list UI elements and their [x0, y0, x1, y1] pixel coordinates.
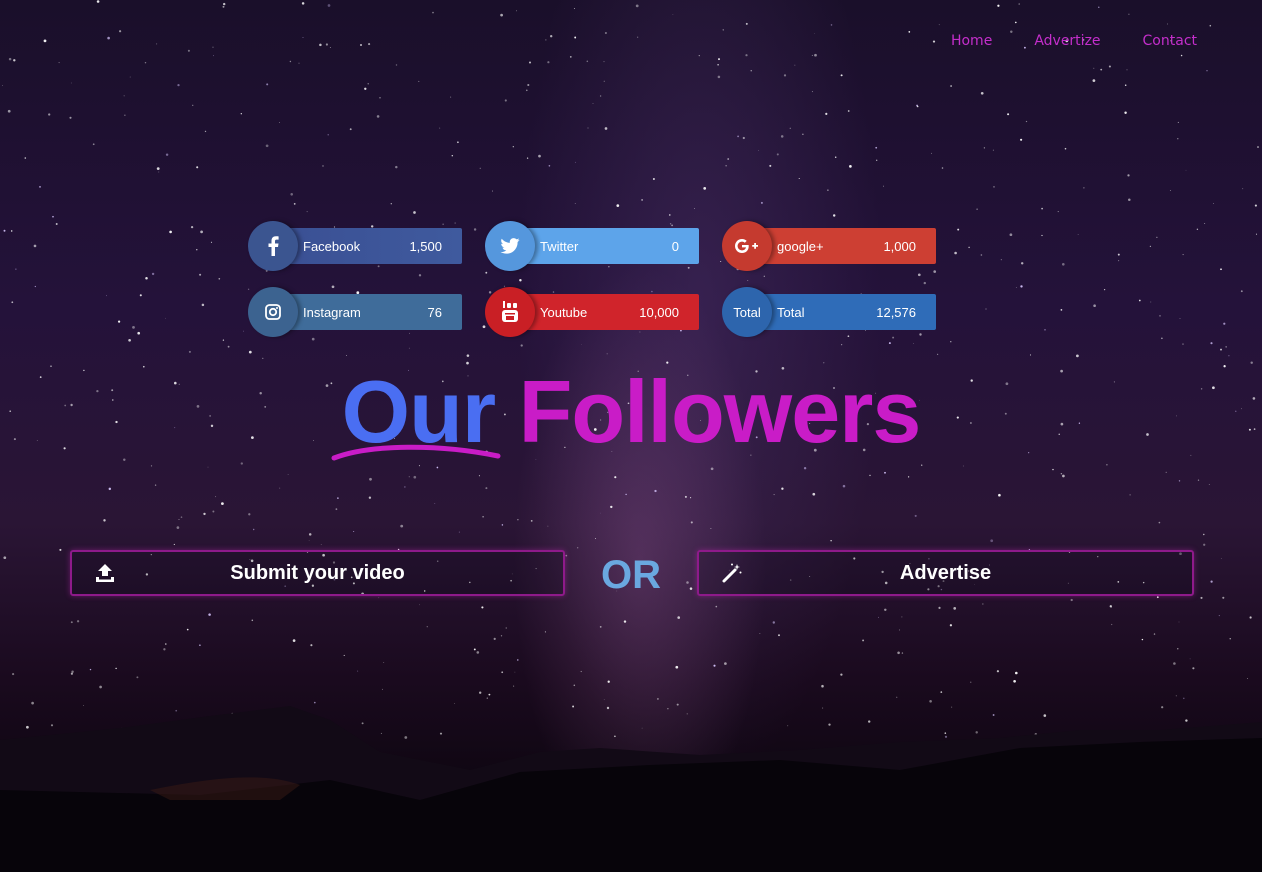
google-plus-icon	[722, 221, 772, 271]
facebook-icon	[248, 221, 298, 271]
twitter-icon	[485, 221, 535, 271]
heading-word-followers: Followers	[518, 362, 922, 461]
heading-underline-swoosh	[331, 444, 501, 461]
social-counters: Facebook 1,500 Twitter 0 google+ 1,000 I…	[248, 221, 936, 337]
top-nav: Home Advertize Contact	[951, 33, 1197, 49]
or-separator: OR	[601, 553, 661, 597]
instagram-label: Instagram	[303, 304, 361, 320]
youtube-count: 10,000	[639, 304, 679, 320]
total-counter[interactable]: Total 12,576 Total	[722, 287, 936, 337]
twitter-count: 0	[671, 238, 679, 254]
nav-home[interactable]: Home	[951, 33, 992, 49]
facebook-label: Facebook	[303, 238, 361, 254]
youtube-icon	[485, 287, 535, 337]
youtube-label: Youtube	[540, 304, 588, 320]
advertise-button[interactable]: Advertise	[697, 550, 1194, 596]
submit-video-label: Submit your video	[230, 561, 405, 584]
twitter-counter[interactable]: Twitter 0	[485, 221, 699, 271]
google-plus-counter[interactable]: google+ 1,000	[722, 221, 936, 271]
facebook-count: 1,500	[409, 238, 442, 254]
nav-advertize[interactable]: Advertize	[1034, 33, 1100, 49]
advertise-label: Advertise	[899, 561, 992, 584]
google-plus-label: google+	[777, 238, 824, 254]
total-count: 12,576	[876, 304, 916, 320]
instagram-icon	[248, 287, 298, 337]
instagram-counter[interactable]: Instagram 76	[248, 287, 462, 337]
youtube-counter[interactable]: Youtube 10,000	[485, 287, 699, 337]
magic-wand-icon	[721, 562, 743, 590]
twitter-label: Twitter	[540, 238, 579, 254]
instagram-count: 76	[427, 304, 442, 320]
page-heading: Our Followers	[0, 362, 1262, 462]
upload-icon	[94, 562, 116, 590]
total-circle: Total	[722, 287, 772, 337]
google-plus-count: 1,000	[883, 238, 916, 254]
nav-contact[interactable]: Contact	[1143, 33, 1197, 49]
submit-video-button[interactable]: Submit your video	[70, 550, 565, 596]
total-label: Total	[777, 304, 805, 320]
facebook-counter[interactable]: Facebook 1,500	[248, 221, 462, 271]
